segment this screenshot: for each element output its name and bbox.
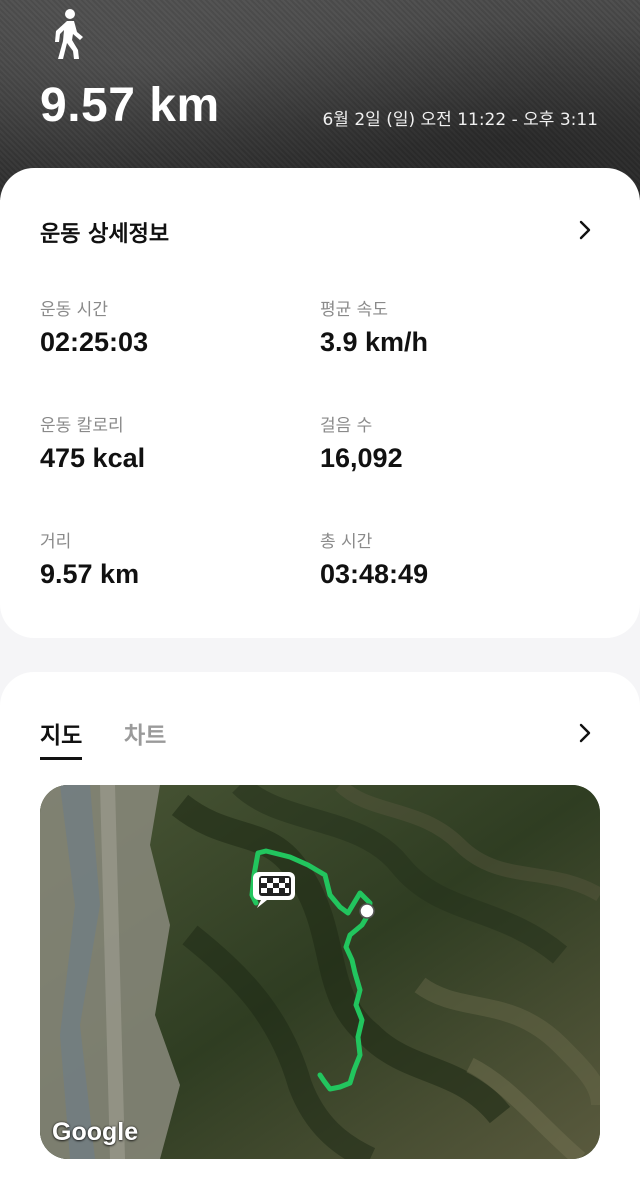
stat-label-exercise-time: 운동 시간 bbox=[40, 300, 108, 320]
workout-detail-screen: 9.57 km 6월 2일 (일) 오전 11:22 - 오후 3:11 운동 … bbox=[0, 0, 640, 1181]
section-title: 운동 상세정보 bbox=[40, 222, 170, 247]
total-distance: 9.57 km bbox=[40, 79, 220, 132]
route-map[interactable]: Google bbox=[40, 785, 600, 1159]
stat-value-exercise-time: 02:25:03 bbox=[40, 327, 149, 357]
stat-value-steps: 16,092 bbox=[320, 443, 403, 473]
stat-value-total-time: 03:48:49 bbox=[320, 559, 429, 589]
tab-map[interactable]: 지도 bbox=[40, 716, 83, 760]
satellite-terrain bbox=[40, 785, 600, 1159]
stat-label-avg-speed: 평균 속도 bbox=[320, 300, 388, 320]
exercise-details-card[interactable]: 운동 상세정보 운동 시간 02:25:03 평균 속도 3.9 km/h 운동… bbox=[0, 168, 640, 638]
chevron-right-icon[interactable] bbox=[574, 219, 596, 241]
stat-label-distance: 거리 bbox=[40, 532, 72, 552]
tab-chart[interactable]: 차트 bbox=[124, 716, 166, 750]
stat-label-steps: 걸음 수 bbox=[320, 416, 373, 436]
chevron-right-icon[interactable] bbox=[574, 722, 596, 744]
end-point-dot-icon bbox=[359, 903, 375, 919]
stat-label-total-time: 총 시간 bbox=[320, 532, 373, 552]
date-range: 6월 2일 (일) 오전 11:22 - 오후 3:11 bbox=[322, 110, 598, 130]
map-chart-card: 지도 차트 Google bbox=[0, 672, 640, 1181]
stat-value-distance: 9.57 km bbox=[40, 559, 140, 589]
stat-label-calories: 운동 칼로리 bbox=[40, 416, 124, 436]
checkered-flag-icon bbox=[253, 872, 295, 908]
walking-person-icon bbox=[55, 9, 83, 59]
stat-value-calories: 475 kcal bbox=[40, 443, 146, 473]
stat-value-avg-speed: 3.9 km/h bbox=[320, 327, 429, 357]
google-logo: Google bbox=[52, 1118, 139, 1146]
